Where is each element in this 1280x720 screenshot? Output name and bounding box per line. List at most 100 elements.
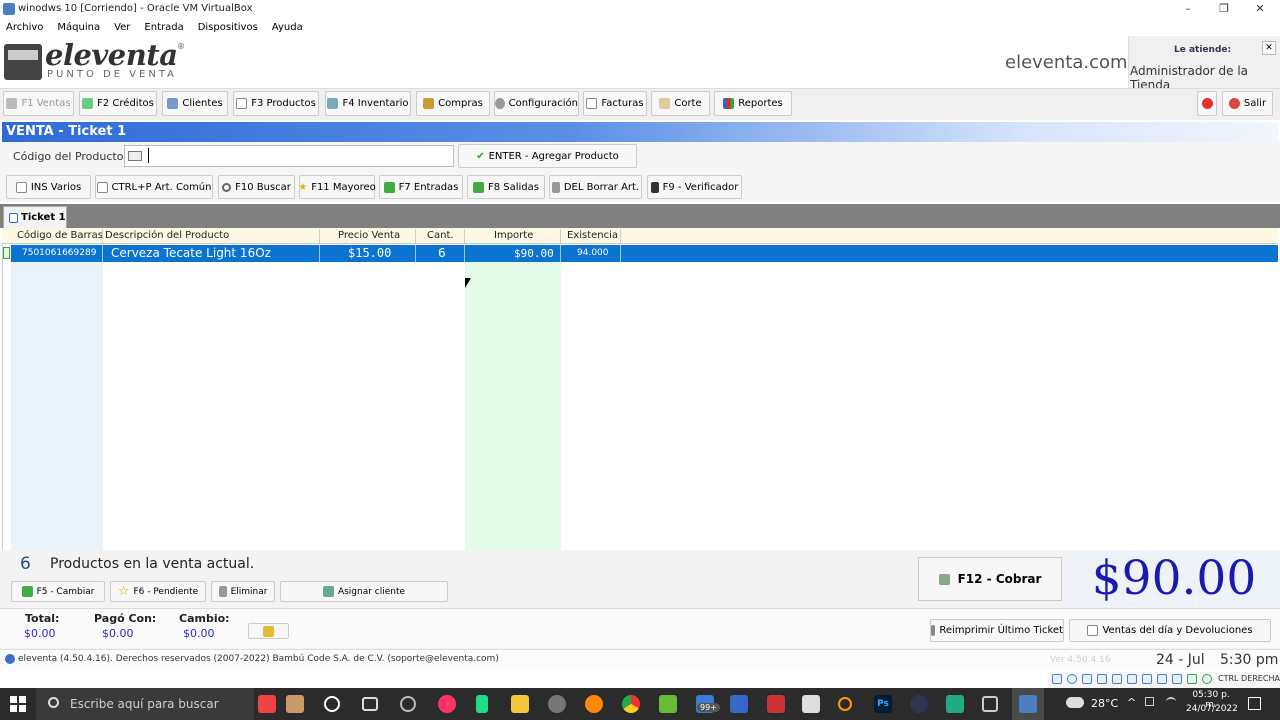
virtualbox-icon xyxy=(1019,695,1037,713)
pendiente-button[interactable]: ☆ F6 - Pendiente xyxy=(110,581,206,602)
app-icon[interactable] xyxy=(548,695,566,713)
cash-drawer-button[interactable] xyxy=(248,623,289,639)
total-label: Total: xyxy=(25,612,60,625)
app-icon[interactable] xyxy=(767,695,785,713)
users-icon xyxy=(167,98,179,109)
agregar-producto-button[interactable]: ✔ ENTER - Agregar Producto xyxy=(458,144,637,168)
usb-icon[interactable] xyxy=(1112,674,1122,684)
notifications-icon[interactable] xyxy=(1248,697,1261,710)
menu-ayuda[interactable]: Ayuda xyxy=(272,22,303,33)
product-count-label: Productos en la venta actual. xyxy=(50,556,255,572)
audio-icon[interactable] xyxy=(1082,674,1092,684)
ventas-dia-button[interactable]: Ventas del día y Devoluciones xyxy=(1069,619,1271,642)
photoshop-icon[interactable]: Ps xyxy=(874,695,892,713)
star-icon: ☆ xyxy=(117,584,130,599)
ventas-button[interactable]: F1 Ventas xyxy=(3,91,74,116)
app-icon[interactable] xyxy=(730,695,748,713)
productos-button[interactable]: F3 Productos xyxy=(233,91,319,116)
header-precio[interactable]: Precio Venta xyxy=(338,229,400,243)
task-view-icon[interactable] xyxy=(362,697,378,711)
entradas-label: F7 Entradas xyxy=(398,181,459,193)
menu-dispositivos[interactable]: Dispositivos xyxy=(198,22,258,33)
close-icon[interactable]: ✕ xyxy=(1242,0,1278,18)
network-icon[interactable] xyxy=(1097,674,1107,684)
corte-button[interactable]: Corte xyxy=(651,91,710,116)
salidas-button[interactable]: F8 Salidas xyxy=(467,175,545,199)
taskbar-search-input[interactable]: Escribe aquí para buscar xyxy=(36,688,254,720)
header-codigo[interactable]: Código de Barras xyxy=(17,229,103,243)
cpu-icon[interactable] xyxy=(1172,674,1182,684)
site-link[interactable]: eleventa.com xyxy=(1005,52,1128,73)
menu-archivo[interactable]: Archivo xyxy=(6,22,43,33)
codigo-input[interactable] xyxy=(124,145,454,167)
cortana-icon[interactable] xyxy=(324,696,340,712)
cobrar-button[interactable]: F12 - Cobrar xyxy=(918,557,1062,601)
cell-descripcion: Cerveza Tecate Light 16Oz xyxy=(111,246,271,260)
configuracion-button[interactable]: Configuración xyxy=(494,91,579,116)
cell-separator xyxy=(464,245,465,262)
maximize-icon[interactable]: ❐ xyxy=(1206,0,1242,18)
firefox-alt-icon[interactable] xyxy=(585,695,603,713)
menu-ver[interactable]: Ver xyxy=(114,22,130,33)
app-icon[interactable] xyxy=(910,695,928,713)
mouse-integration-icon[interactable] xyxy=(1187,674,1197,684)
clientes-button[interactable]: Clientes xyxy=(162,91,228,116)
wifi-icon[interactable] xyxy=(1166,697,1176,706)
inventario-button[interactable]: F4 Inventario xyxy=(325,91,411,116)
reportes-button[interactable]: Reportes xyxy=(714,91,792,116)
speaker-icon[interactable] xyxy=(1145,697,1154,706)
minimize-icon[interactable]: – xyxy=(1170,0,1206,18)
verificador-button[interactable]: F9 - Verificador xyxy=(647,175,742,199)
app-icon[interactable] xyxy=(258,695,276,713)
shared-folder-icon[interactable] xyxy=(1127,674,1137,684)
alert-button[interactable] xyxy=(1197,91,1217,116)
compras-button[interactable]: Compras xyxy=(416,91,490,116)
folder-icon[interactable] xyxy=(511,695,529,713)
art-comun-button[interactable]: CTRL+P Art. Común xyxy=(95,175,213,199)
host-key-label: CTRL DERECHA xyxy=(1218,674,1280,683)
obs-icon[interactable] xyxy=(400,696,416,712)
header-existencia[interactable]: Existencia xyxy=(567,229,618,243)
eliminar-button[interactable]: Eliminar xyxy=(211,581,275,602)
entradas-button[interactable]: F7 Entradas xyxy=(379,175,463,199)
virtualbox-icon xyxy=(3,3,15,15)
display-icon[interactable] xyxy=(1142,674,1152,684)
ins-varios-button[interactable]: INS Varios xyxy=(6,175,91,199)
creditos-button[interactable]: F2 Créditos xyxy=(79,91,157,116)
menu-maquina[interactable]: Máquina xyxy=(57,22,100,33)
reimprimir-button[interactable]: Reimprimir Último Ticket xyxy=(930,619,1064,642)
panel-close-icon[interactable]: ✕ xyxy=(1262,41,1276,55)
borrar-art-button[interactable]: DEL Borrar Art. xyxy=(549,175,642,199)
search-app-icon[interactable] xyxy=(838,697,852,711)
app-icon[interactable] xyxy=(286,695,304,713)
tray-chevron-icon[interactable]: ^ xyxy=(1127,696,1136,709)
cell-codigo: 7501061669289 xyxy=(22,248,97,258)
taskbar-date[interactable]: 24/07/2022 xyxy=(1186,704,1238,714)
hdd-icon[interactable] xyxy=(1052,674,1062,684)
salir-button[interactable]: Salir xyxy=(1222,91,1273,116)
ticket-icon xyxy=(9,212,18,223)
weather-temp[interactable]: 28°C xyxy=(1091,697,1118,710)
header-importe[interactable]: Importe xyxy=(494,229,533,243)
firefox-icon[interactable] xyxy=(438,695,456,713)
box-icon[interactable] xyxy=(982,696,998,712)
recording-icon[interactable] xyxy=(1157,674,1167,684)
buscar-button[interactable]: F10 Buscar xyxy=(218,175,295,199)
menu-entrada[interactable]: Entrada xyxy=(144,22,183,33)
app-icon[interactable] xyxy=(802,695,820,713)
app-icon[interactable] xyxy=(476,695,488,713)
header-cant[interactable]: Cant. xyxy=(427,229,454,243)
tab-ticket-1[interactable]: Ticket 1 xyxy=(3,206,67,228)
optical-icon[interactable] xyxy=(1067,674,1077,684)
asignar-cliente-button[interactable]: Asignar cliente xyxy=(280,581,448,602)
windows-start-icon[interactable] xyxy=(10,696,26,712)
chrome-icon[interactable] xyxy=(622,695,640,713)
facturas-button[interactable]: Facturas xyxy=(583,91,647,116)
cambiar-button[interactable]: F5 - Cambiar xyxy=(11,581,105,602)
app-icon[interactable] xyxy=(659,695,677,713)
weather-icon[interactable] xyxy=(1066,697,1084,708)
app-icon[interactable] xyxy=(946,695,964,713)
mayoreo-button[interactable]: ★ F11 Mayoreo xyxy=(298,175,376,199)
header-descripcion[interactable]: Descripción del Producto xyxy=(105,229,229,243)
keyboard-capture-icon[interactable] xyxy=(1202,674,1212,684)
